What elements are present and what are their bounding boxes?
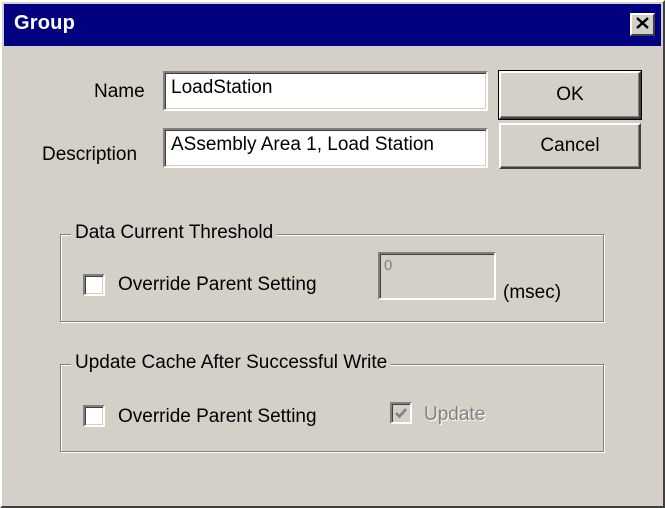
threshold-override-checkbox[interactable]	[83, 274, 105, 296]
ok-button[interactable]: OK	[498, 70, 642, 120]
description-label: Description	[42, 144, 138, 165]
cache-override-label[interactable]: Override Parent Setting	[118, 406, 317, 428]
threshold-value-field[interactable]: 0	[378, 252, 496, 300]
name-field[interactable]: LoadStation	[163, 71, 488, 111]
data-current-threshold-title: Data Current Threshold	[71, 222, 278, 244]
window-title: Group	[14, 12, 75, 34]
close-button[interactable]	[630, 13, 655, 36]
update-cache-title: Update Cache After Successful Write	[71, 352, 392, 374]
cancel-button[interactable]: Cancel	[499, 123, 641, 169]
update-label: Update	[424, 404, 486, 425]
close-icon	[636, 16, 649, 34]
title-bar[interactable]: Group	[4, 4, 661, 46]
name-label: Name	[94, 81, 145, 102]
group-dialog: Group Name LoadStation Description ASsem…	[0, 0, 665, 508]
description-field[interactable]: ASsembly Area 1, Load Station	[163, 128, 488, 168]
update-checkbox[interactable]	[390, 402, 412, 424]
cache-override-checkbox[interactable]	[83, 405, 105, 427]
threshold-unit-label: (msec)	[503, 282, 562, 303]
checkmark-icon	[395, 408, 407, 419]
threshold-override-label[interactable]: Override Parent Setting	[118, 274, 317, 296]
